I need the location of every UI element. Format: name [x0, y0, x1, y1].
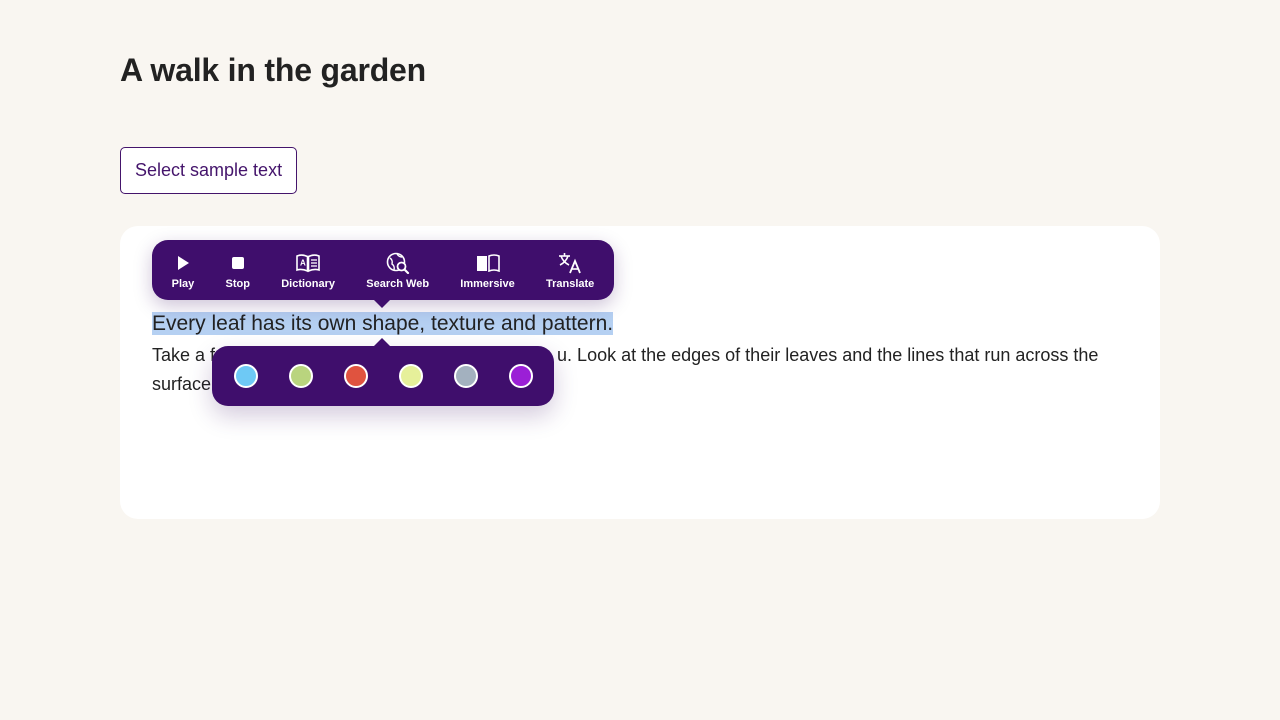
- page: A walk in the garden Select sample text …: [0, 0, 1280, 720]
- highlight-color-palette: [212, 338, 554, 406]
- highlight-swatch-yellow[interactable]: [398, 364, 423, 388]
- play-button[interactable]: Play: [168, 251, 199, 290]
- paragraph-middle: u. Look at the edges of their leaves and…: [557, 345, 1099, 365]
- highlight-swatch-green[interactable]: [288, 364, 313, 388]
- translate-button[interactable]: Translate: [542, 251, 598, 290]
- search-web-button[interactable]: Search Web: [362, 251, 433, 290]
- search-web-icon: [386, 251, 410, 275]
- reading-toolbar: Play Stop A Dictionary Search Web Immers…: [152, 240, 614, 308]
- stop-button[interactable]: Stop: [222, 251, 254, 290]
- play-label: Play: [171, 277, 195, 290]
- immersive-reader-button[interactable]: Immersive: [456, 251, 518, 290]
- svg-text:A: A: [300, 258, 306, 267]
- search-web-label: Search Web: [366, 277, 430, 290]
- page-title: A walk in the garden: [120, 52, 426, 88]
- immersive-label: Immersive: [460, 277, 515, 290]
- dictionary-label: Dictionary: [281, 277, 336, 290]
- paragraph-start: Take a f: [152, 345, 216, 365]
- highlight-swatch-blue[interactable]: [233, 364, 258, 388]
- translate-icon: [558, 251, 582, 275]
- stop-label: Stop: [225, 277, 250, 290]
- translate-label: Translate: [545, 277, 595, 290]
- highlight-swatch-red[interactable]: [343, 364, 368, 388]
- play-icon: [176, 251, 190, 275]
- select-sample-text-button[interactable]: Select sample text: [120, 147, 298, 194]
- dictionary-icon: A: [295, 251, 321, 275]
- highlight-swatch-gray[interactable]: [453, 364, 478, 388]
- highlight-swatch-purple[interactable]: [508, 364, 533, 388]
- selected-sentence-line[interactable]: Every leaf has its own shape, texture an…: [152, 307, 614, 341]
- immersive-reader-icon: [476, 251, 500, 275]
- paragraph-second-line: surface: [152, 374, 212, 394]
- stop-icon: [231, 251, 245, 275]
- selected-text[interactable]: Every leaf has its own shape, texture an…: [152, 312, 614, 335]
- dictionary-button[interactable]: A Dictionary: [277, 251, 339, 290]
